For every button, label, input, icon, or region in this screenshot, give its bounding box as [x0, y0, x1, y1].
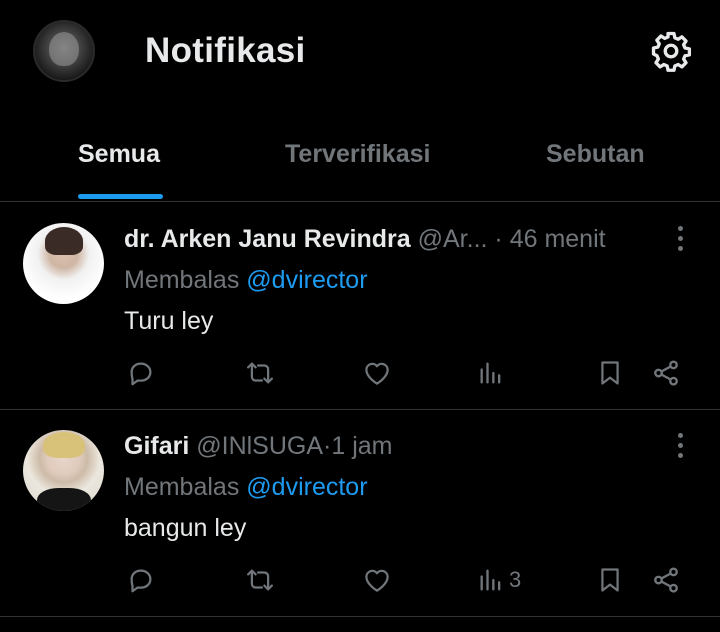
author-handle[interactable]: @INlSUGA [196, 432, 323, 460]
author-name[interactable]: dr. Arken Janu Revindra [124, 225, 411, 253]
reply-icon [130, 569, 152, 593]
reply-prefix: Membalas [124, 266, 240, 294]
reply-button[interactable] [126, 355, 156, 391]
mention-link[interactable]: @dvirector [246, 266, 367, 294]
notification-tabs: Semua Terverifikasi Sebutan [0, 118, 720, 202]
share-icon [654, 567, 678, 593]
repost-button[interactable] [244, 562, 276, 598]
bookmark-button[interactable] [596, 355, 624, 391]
repost-icon [247, 362, 273, 384]
reply-context: Membalas @dvirector [124, 266, 368, 295]
bookmark-button[interactable] [596, 562, 624, 598]
more-options-button[interactable] [668, 430, 692, 460]
repost-icon [247, 569, 273, 591]
profile-avatar[interactable] [33, 20, 95, 82]
mention-link[interactable]: @dvirector [246, 473, 367, 501]
like-button[interactable] [362, 562, 392, 598]
avatar[interactable] [23, 223, 104, 304]
reply-button[interactable] [126, 562, 156, 598]
settings-button[interactable] [648, 28, 694, 74]
tab-sebutan[interactable]: Sebutan [546, 140, 645, 169]
action-bar [0, 355, 720, 391]
share-button[interactable] [651, 562, 681, 598]
active-tab-indicator [78, 194, 163, 199]
views-icon [480, 569, 501, 591]
views-icon [480, 362, 501, 384]
notification-item[interactable]: Gifari @INlSUGA·1 jam Membalas @dvirecto… [0, 410, 720, 617]
separator-dot: · [494, 225, 503, 253]
like-button[interactable] [362, 355, 392, 391]
more-options-button[interactable] [668, 223, 692, 253]
more-dot-icon [677, 442, 683, 448]
author-name[interactable]: Gifari [124, 432, 189, 460]
bookmark-icon [601, 568, 619, 592]
notification-header: dr. Arken Janu Revindra @Ar... · 46 meni… [124, 225, 659, 254]
author-handle[interactable]: @Ar... [418, 225, 488, 253]
tab-terverifikasi[interactable]: Terverifikasi [285, 140, 430, 169]
views-button[interactable] [477, 355, 509, 391]
heart-icon [365, 362, 389, 385]
more-dot-icon [677, 432, 683, 438]
notification-header: Gifari @INlSUGA·1 jam [124, 432, 659, 461]
more-dot-icon [677, 225, 683, 231]
post-text: bangun ley [124, 514, 247, 542]
more-dot-icon [677, 452, 683, 458]
page-title: Notifikasi [145, 31, 306, 70]
repost-button[interactable] [244, 355, 276, 391]
tab-semua[interactable]: Semua [78, 140, 160, 169]
gear-icon [651, 31, 692, 72]
more-dot-icon [677, 235, 683, 241]
top-bar: Notifikasi [0, 0, 720, 105]
reply-prefix: Membalas [124, 473, 240, 501]
timestamp[interactable]: 46 menit [510, 225, 606, 253]
reply-icon [130, 362, 152, 386]
post-text: Turu ley [124, 307, 214, 335]
bookmark-icon [601, 361, 619, 385]
views-count: 3 [509, 567, 522, 592]
action-bar: 3 [0, 562, 720, 598]
timestamp[interactable]: 1 jam [331, 432, 392, 460]
more-dot-icon [677, 245, 683, 251]
views-button[interactable]: 3 [477, 562, 521, 598]
reply-context: Membalas @dvirector [124, 473, 368, 502]
heart-icon [365, 569, 389, 592]
share-icon [654, 360, 678, 386]
notification-item[interactable]: dr. Arken Janu Revindra @Ar... · 46 meni… [0, 203, 720, 410]
share-button[interactable] [651, 355, 681, 391]
avatar[interactable] [23, 430, 104, 511]
